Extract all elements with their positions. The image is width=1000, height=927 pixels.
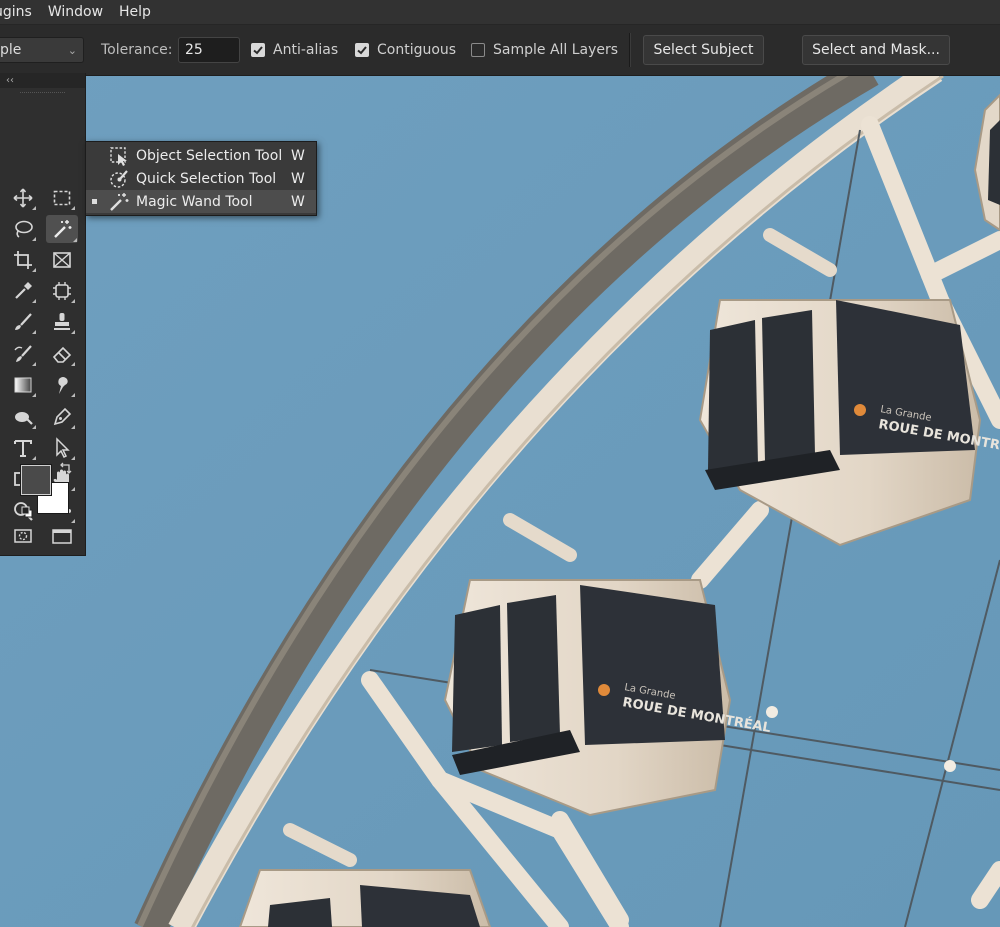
default-colors-icon[interactable] [21, 503, 33, 518]
quick-mask-button[interactable] [9, 523, 37, 549]
sample-all-layers-label: Sample All Layers [493, 42, 619, 58]
flyout-item-magic-wand[interactable]: Magic Wand Tool W [86, 190, 316, 213]
brush-tool[interactable] [9, 309, 37, 335]
smudge-icon [58, 377, 68, 394]
flyout-item-object-selection[interactable]: Object Selection Tool W [86, 144, 316, 167]
checkmark-icon [355, 43, 369, 57]
brush-icon [15, 313, 32, 330]
tolerance-label: Tolerance: [101, 42, 173, 58]
eyedropper-tool[interactable] [9, 278, 37, 304]
active-bullet-icon [92, 199, 97, 204]
gradient-icon [14, 377, 32, 393]
selection-tools-flyout: Object Selection Tool W Quick Selection … [85, 141, 317, 216]
select-subject-button[interactable]: Select Subject [643, 35, 764, 65]
dodge-tool[interactable] [9, 404, 37, 430]
healing-brush-tool[interactable] [48, 278, 76, 304]
eraser-tool[interactable] [48, 341, 76, 367]
lasso-tool[interactable] [9, 216, 37, 242]
move-tool[interactable] [9, 185, 37, 211]
menu-bar: ugins Window Help [0, 0, 1000, 25]
magic-wand-icon [54, 220, 72, 238]
flyout-label: Object Selection Tool [136, 147, 283, 164]
anti-alias-label: Anti-alias [273, 42, 339, 58]
chevron-down-icon: ⌄ [67, 43, 77, 57]
sample-all-layers-checkbox[interactable]: Sample All Layers [471, 25, 618, 75]
anti-alias-checkbox[interactable]: Anti-alias [251, 25, 338, 75]
flyout-label: Magic Wand Tool [136, 193, 253, 210]
stamp-icon [54, 313, 70, 330]
menu-window[interactable]: Window [40, 0, 111, 24]
marquee-tool[interactable] [48, 185, 76, 211]
panel-grip[interactable] [20, 92, 65, 95]
flyout-item-quick-selection[interactable]: Quick Selection Tool W [86, 167, 316, 190]
frame-tool[interactable] [48, 247, 76, 273]
menu-plugins[interactable]: ugins [0, 0, 40, 24]
history-brush-tool[interactable] [9, 341, 37, 367]
spot-healing-icon [53, 282, 71, 300]
quick-selection-icon [110, 169, 128, 188]
sample-size-value: ple [0, 42, 22, 58]
contiguous-label: Contiguous [377, 42, 457, 58]
gradient-tool[interactable] [9, 372, 37, 398]
pen-icon [53, 407, 72, 426]
screen-mode-icon [52, 529, 72, 544]
cursor-arrow-icon [56, 437, 70, 459]
checkmark-icon [251, 43, 265, 57]
select-and-mask-button[interactable]: Select and Mask... [802, 35, 950, 65]
rectangular-marquee-icon [53, 190, 71, 206]
eraser-icon [52, 346, 72, 363]
pen-tool[interactable] [48, 404, 76, 430]
collapse-panel-button[interactable]: ‹‹ [0, 73, 85, 88]
smudge-tool[interactable] [48, 372, 76, 398]
lasso-icon [15, 220, 33, 238]
divider [629, 33, 631, 67]
tolerance-input[interactable] [178, 37, 240, 63]
crop-tool[interactable] [9, 247, 37, 273]
menu-help[interactable]: Help [111, 0, 159, 24]
frame-icon [53, 252, 71, 268]
dodge-icon [15, 412, 33, 425]
flyout-shortcut: W [291, 147, 305, 164]
path-selection-tool[interactable] [48, 435, 76, 461]
contiguous-checkbox[interactable]: Contiguous [355, 25, 456, 75]
options-bar: ple ⌄ Tolerance: Anti-alias Contiguous S… [0, 25, 1000, 76]
magic-wand-tool[interactable] [46, 215, 78, 243]
flyout-shortcut: W [291, 193, 305, 210]
swap-colors-icon[interactable] [58, 461, 72, 475]
clone-stamp-tool[interactable] [48, 309, 76, 335]
flyout-label: Quick Selection Tool [136, 170, 277, 187]
eyedropper-icon [15, 282, 32, 299]
empty-checkbox-icon [471, 43, 485, 57]
foreground-color-swatch[interactable] [20, 464, 52, 496]
sample-size-select[interactable]: ple ⌄ [0, 37, 84, 63]
tools-panel: ‹‹ [0, 73, 86, 556]
history-brush-icon [14, 345, 32, 362]
quick-mask-icon [14, 529, 32, 543]
type-icon [14, 440, 32, 457]
screen-mode-button[interactable] [48, 523, 76, 549]
magic-wand-icon [110, 192, 129, 211]
move-icon [13, 188, 33, 208]
crop-icon [14, 251, 32, 269]
object-selection-icon [110, 146, 127, 166]
flyout-shortcut: W [291, 170, 305, 187]
type-tool[interactable] [9, 435, 37, 461]
